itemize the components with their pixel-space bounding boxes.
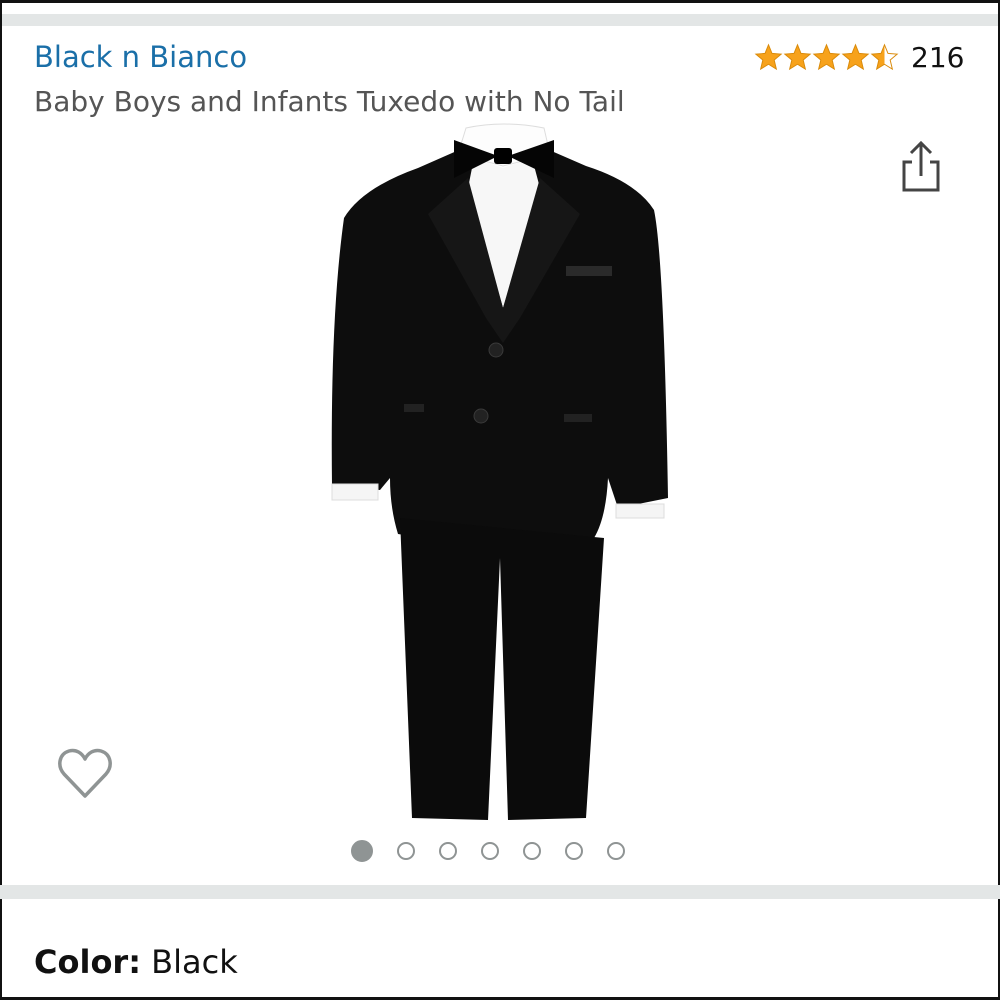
top-separator xyxy=(0,14,1000,26)
star-icon xyxy=(754,43,783,70)
carousel-dot[interactable] xyxy=(523,842,541,860)
review-count: 216 xyxy=(911,40,965,74)
color-label: Color: xyxy=(34,943,141,981)
color-selector[interactable]: Color: Black xyxy=(34,943,238,981)
star-rating xyxy=(754,43,899,72)
carousel-dot[interactable] xyxy=(565,842,583,860)
carousel-dot[interactable] xyxy=(439,842,457,860)
star-icon xyxy=(812,43,841,70)
star-icon xyxy=(783,43,812,70)
section-divider xyxy=(0,885,1000,899)
share-icon[interactable] xyxy=(898,138,944,194)
carousel-dot[interactable] xyxy=(397,842,415,860)
carousel-indicator xyxy=(351,840,625,862)
product-title: Baby Boys and Infants Tuxedo with No Tai… xyxy=(34,85,625,118)
frame-left xyxy=(0,0,2,1000)
rating-summary[interactable]: 216 xyxy=(754,40,964,74)
star-half-icon xyxy=(870,43,899,70)
star-icon xyxy=(841,43,870,70)
carousel-dot[interactable] xyxy=(481,842,499,860)
color-value: Black xyxy=(151,943,238,981)
brand-link[interactable]: Black n Bianco xyxy=(34,40,247,74)
carousel-dot[interactable] xyxy=(607,842,625,860)
top-border xyxy=(0,0,1000,3)
carousel-dot-active[interactable] xyxy=(351,840,373,862)
product-image[interactable] xyxy=(318,118,688,830)
heart-outline-icon[interactable] xyxy=(55,744,115,804)
